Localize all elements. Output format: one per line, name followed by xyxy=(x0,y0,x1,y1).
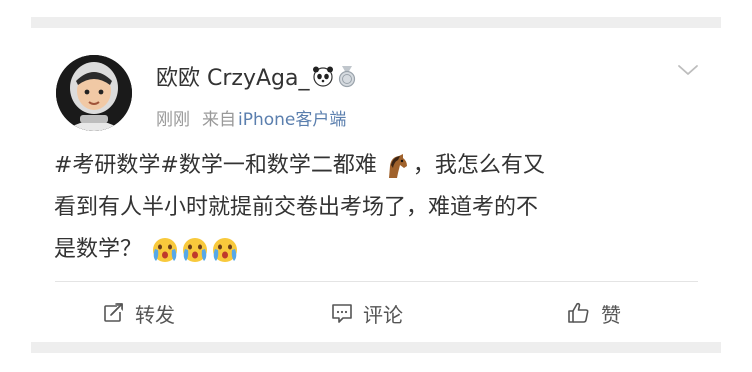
horse-emoji-icon xyxy=(381,151,411,181)
post-source-prefix: 来自 xyxy=(202,109,236,130)
avatar[interactable] xyxy=(56,55,132,131)
username-text[interactable]: 欧欧 CrzyAga_ xyxy=(156,60,309,92)
username[interactable]: 欧欧 CrzyAga_ xyxy=(156,61,359,91)
post-content: #考研数学#数学一和数学二都难 ，我怎么有又 看到有人半小时就提前交卷出考场了，… xyxy=(54,145,714,271)
content-line-2: 看到有人半小时就提前交卷出考场了，难道考的不 xyxy=(54,195,539,220)
post-source[interactable]: iPhone客户端 xyxy=(238,105,346,130)
comment-label: 评论 xyxy=(363,302,403,327)
content-line-3-text: 是数学？ xyxy=(54,237,143,262)
repost-icon xyxy=(104,303,123,322)
top-divider-bar xyxy=(31,17,721,28)
bottom-divider-bar xyxy=(31,342,721,353)
content-line-3: 是数学？ xyxy=(54,229,714,271)
crying-face-emoji-icon xyxy=(150,235,180,265)
user-badges xyxy=(311,64,359,88)
like-button[interactable]: 赞 xyxy=(567,293,621,333)
post-meta: 刚刚 来自 iPhone客户端 xyxy=(156,105,346,130)
post-time: 刚刚 xyxy=(156,109,190,130)
chevron-down-icon[interactable] xyxy=(676,62,700,78)
hashtag-topic[interactable]: #考研数学#数学一和数学二都难 xyxy=(54,145,377,187)
like-label: 赞 xyxy=(601,302,621,327)
panda-icon xyxy=(311,64,335,88)
thumbs-up-icon xyxy=(568,302,589,323)
content-line-1-suffix: ，我怎么有又 xyxy=(412,153,545,178)
crying-face-emoji-icon xyxy=(210,235,240,265)
content-line-1: #考研数学#数学一和数学二都难 ，我怎么有又 xyxy=(54,145,714,187)
comment-icon xyxy=(332,304,352,323)
actions-divider xyxy=(55,281,698,282)
repost-button[interactable]: 转发 xyxy=(103,293,175,333)
weibo-post-card: 欧欧 CrzyAga_ 刚刚 来自 iPhone客户端 #考研数学#数学一和数学… xyxy=(31,28,721,342)
post-actions: 转发 评论 赞 xyxy=(31,293,721,333)
repost-label: 转发 xyxy=(135,302,175,327)
medal-icon xyxy=(335,64,359,88)
crying-face-emoji-icon xyxy=(180,235,210,265)
comment-button[interactable]: 评论 xyxy=(331,293,403,333)
